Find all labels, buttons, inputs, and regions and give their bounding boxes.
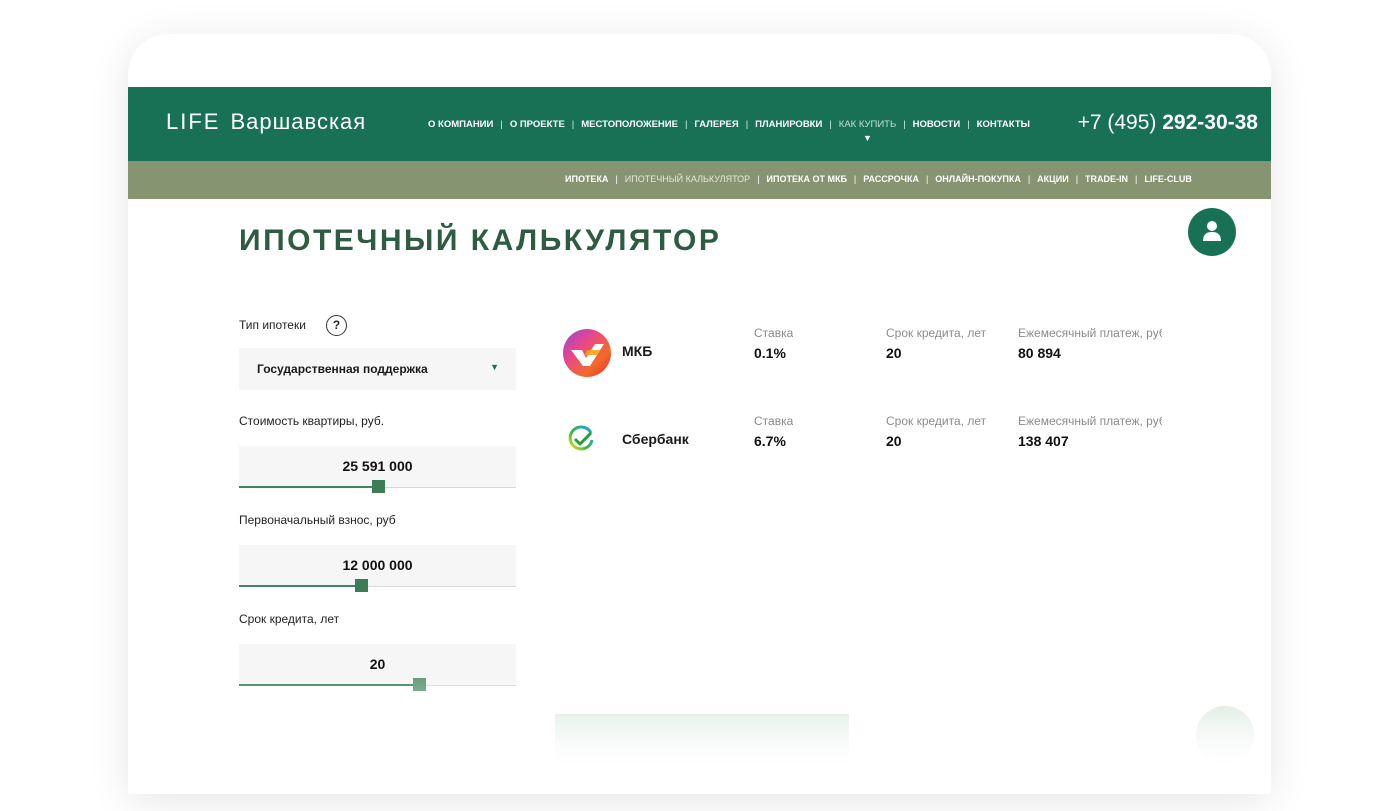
rate-column: Ставка 6.7%: [754, 414, 793, 449]
term-label: Срок кредита, лет: [886, 326, 987, 340]
payment-value: 80 894: [1018, 345, 1061, 361]
subnav-separator: |: [1135, 174, 1138, 184]
nav-separator: |: [571, 119, 575, 130]
price-slider[interactable]: [239, 480, 516, 493]
rate-column: Ставка 0.1%: [754, 326, 793, 361]
payment-label: Ежемесячный платеж, руб: [1018, 414, 1162, 428]
subnav-item-life-club[interactable]: LIFE-CLUB: [1144, 174, 1192, 184]
nav-separator: |: [745, 119, 749, 130]
term-column: Срок кредита, лет 20: [886, 414, 986, 449]
nav-item-contacts[interactable]: КОНТАКТЫ: [977, 119, 1030, 130]
subnav-item-trade-in[interactable]: TRADE-IN: [1085, 174, 1128, 184]
price-value: 25 591 000: [342, 458, 413, 474]
price-slider-handle[interactable]: [372, 480, 385, 493]
nav-item-location[interactable]: МЕСТОПОЛОЖЕНИЕ: [581, 119, 678, 130]
question-icon[interactable]: ?: [326, 315, 347, 336]
mortgage-type-value: Государственная поддержка: [257, 362, 428, 376]
subnav-separator: |: [757, 174, 760, 184]
mortgage-type-label: Тип ипотеки: [239, 318, 306, 332]
user-icon: [1203, 221, 1221, 241]
price-label: Стоимость квартиры, руб.: [239, 414, 385, 428]
nav-separator: |: [500, 119, 503, 130]
nav-item-company[interactable]: О КОМПАНИИ: [428, 119, 493, 130]
site-logo[interactable]: LIFE Варшавская: [166, 109, 366, 135]
down-payment-input[interactable]: 12 000 000: [239, 545, 516, 587]
nav-item-news[interactable]: НОВОСТИ: [913, 119, 961, 130]
nav-separator: |: [684, 119, 688, 130]
logo-cyrillic: Варшавская: [230, 109, 367, 134]
rate-value: 6.7%: [754, 433, 786, 449]
subnav-item-calculator[interactable]: ИПОТЕЧНЫЙ КАЛЬКУЛЯТОР: [625, 174, 750, 184]
nav-separator: |: [967, 119, 970, 130]
subnav-bar: ИПОТЕКА | ИПОТЕЧНЫЙ КАЛЬКУЛЯТОР | ИПОТЕК…: [128, 161, 1271, 199]
rate-value: 0.1%: [754, 345, 786, 361]
term-value: 20: [886, 345, 902, 361]
down-payment-slider-handle[interactable]: [355, 579, 368, 592]
term-label: Срок кредита, лет: [239, 612, 340, 626]
down-payment-slider[interactable]: [239, 579, 516, 592]
subnav-separator: |: [615, 174, 618, 184]
bank-name: Сбербанк: [622, 431, 689, 447]
logo-latin: LIFE: [166, 109, 221, 134]
payment-value: 138 407: [1018, 433, 1069, 449]
nav-separator: |: [903, 119, 906, 130]
subnav-item-mortgage[interactable]: ИПОТЕКА: [565, 174, 608, 184]
down-payment-value: 12 000 000: [342, 557, 413, 573]
page-frame: LIFE Варшавская О КОМПАНИИ | О ПРОЕКТЕ | …: [128, 34, 1271, 794]
bank-offer-row[interactable]: МКБ Ставка 0.1% Срок кредита, лет 20 Еже…: [558, 326, 1178, 386]
sberbank-logo: [568, 425, 594, 451]
nav-item-gallery[interactable]: ГАЛЕРЕЯ: [694, 119, 738, 130]
down-payment-slider-fill: [239, 585, 361, 587]
nav-item-plans[interactable]: ПЛАНИРОВКИ: [755, 119, 822, 130]
phone-number[interactable]: +7 (495) 292-30-38: [1078, 111, 1258, 135]
profile-button[interactable]: [1188, 208, 1236, 256]
subnav-separator: |: [853, 174, 857, 184]
main-nav: О КОМПАНИИ | О ПРОЕКТЕ | МЕСТОПОЛОЖЕНИЕ …: [428, 119, 1030, 143]
subnav-item-promos[interactable]: АКЦИИ: [1037, 174, 1069, 184]
payment-column: Ежемесячный платеж, руб 138 407: [1018, 414, 1162, 449]
bottom-fade: [128, 674, 1271, 794]
nav-item-project[interactable]: О ПРОЕКТЕ: [510, 119, 565, 130]
bank-offer-row[interactable]: Сбербанк Ставка 6.7% Срок кредита, лет 2…: [558, 414, 1178, 474]
subnav-item-installment[interactable]: РАССРОЧКА: [863, 174, 919, 184]
payment-label: Ежемесячный платеж, руб: [1018, 326, 1162, 340]
sub-nav: ИПОТЕКА | ИПОТЕЧНЫЙ КАЛЬКУЛЯТОР | ИПОТЕК…: [565, 174, 1192, 184]
mkb-logo: [563, 329, 611, 377]
bank-name: МКБ: [622, 343, 653, 359]
page-title: ИПОТЕЧНЫЙ КАЛЬКУЛЯТОР: [239, 224, 722, 257]
subnav-item-mkb-mortgage[interactable]: ИПОТЕКА ОТ МКБ: [767, 174, 847, 184]
nav-separator: |: [829, 119, 832, 130]
subnav-separator: |: [1075, 174, 1079, 184]
down-payment-label: Первоначальный взнос, руб: [239, 513, 396, 527]
term-value: 20: [369, 656, 386, 672]
term-value: 20: [886, 433, 902, 449]
nav-item-how-to-buy[interactable]: КАК КУПИТЬ ▼: [839, 119, 896, 143]
subnav-item-online-purchase[interactable]: ОНЛАЙН-ПОКУПКА: [935, 174, 1021, 184]
payment-column: Ежемесячный платеж, руб 80 894: [1018, 326, 1162, 361]
term-column: Срок кредита, лет 20: [886, 326, 986, 361]
phone-code: +7 (495): [1077, 111, 1157, 134]
subnav-separator: |: [925, 174, 929, 184]
price-slider-fill: [239, 486, 378, 488]
mortgage-type-select[interactable]: Государственная поддержка ▼: [239, 348, 516, 390]
caret-down-icon: ▼: [863, 133, 872, 143]
dropdown-arrow-icon: ▼: [490, 362, 499, 372]
header-bar: LIFE Варшавская О КОМПАНИИ | О ПРОЕКТЕ | …: [128, 87, 1271, 161]
subnav-separator: |: [1027, 174, 1031, 184]
phone-main: 292-30-38: [1162, 111, 1258, 134]
rate-label: Ставка: [754, 326, 794, 340]
term-label: Срок кредита, лет: [886, 414, 987, 428]
rate-label: Ставка: [754, 414, 794, 428]
